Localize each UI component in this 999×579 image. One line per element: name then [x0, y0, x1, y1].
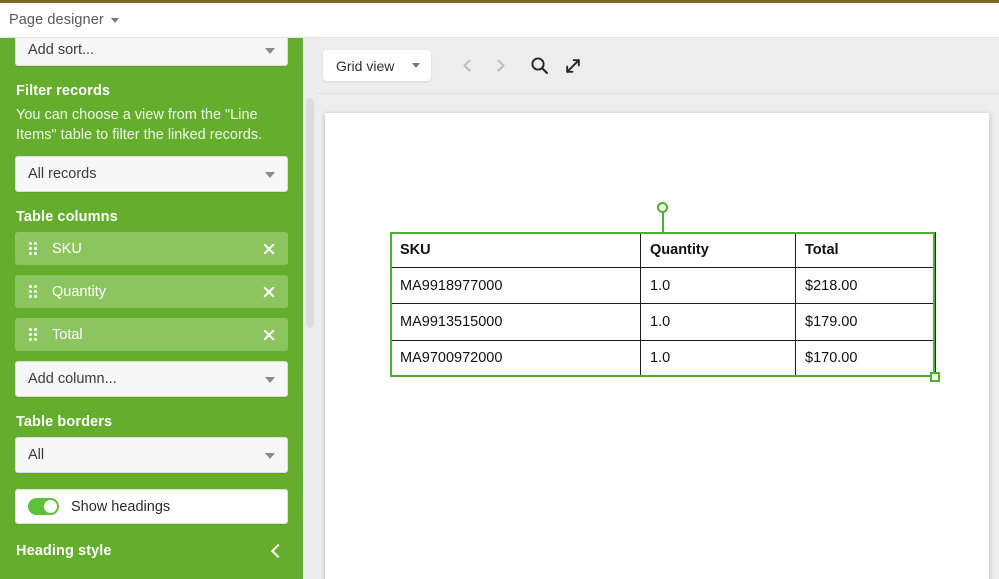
column-chip-label: SKU — [52, 240, 82, 257]
filter-records-description: You can choose a view from the "Line Ite… — [16, 107, 263, 143]
table-borders-heading: Table borders — [16, 414, 113, 430]
table-borders-value: All — [28, 447, 45, 463]
app-root: Page designer Add sort... Filter records… — [0, 0, 999, 579]
add-column-value: Add column... — [28, 371, 117, 387]
canvas-toolbar: Grid view — [317, 38, 999, 94]
column-header-quantity: Quantity — [640, 232, 796, 268]
column-chip-sku[interactable]: SKU — [15, 232, 288, 265]
sidebar-scroll-content: Add sort... Filter records You can choos… — [15, 38, 288, 559]
filter-records-heading: Filter records — [16, 83, 111, 99]
table-row[interactable]: MA9700972000 1.0 $170.00 — [390, 339, 936, 378]
records-table[interactable]: SKU Quantity Total MA9918977000 1.0 $218… — [390, 232, 936, 378]
chevron-down-icon — [265, 172, 275, 178]
search-icon — [530, 57, 548, 75]
column-header-total: Total — [795, 232, 936, 268]
column-chip-label: Total — [52, 326, 83, 343]
table-row[interactable]: MA9918977000 1.0 $218.00 — [390, 266, 936, 305]
close-icon[interactable] — [261, 327, 277, 343]
sidebar-scrollbar-thumb[interactable] — [306, 98, 314, 328]
add-sort-select[interactable]: Add sort... — [15, 38, 288, 66]
cell-sku: MA9913515000 — [390, 303, 641, 341]
cell-total: $170.00 — [795, 339, 936, 378]
cell-quantity: 1.0 — [640, 339, 796, 378]
chevron-right-icon — [492, 59, 505, 72]
cell-quantity: 1.0 — [640, 266, 796, 305]
show-headings-toggle-row[interactable]: Show headings — [15, 489, 288, 524]
cell-total: $179.00 — [795, 303, 936, 341]
grid-view-select[interactable]: Grid view — [323, 50, 431, 81]
chevron-down-icon — [412, 63, 421, 68]
switch-knob — [44, 500, 57, 513]
expand-button[interactable] — [557, 50, 589, 82]
app-header: Page designer — [0, 3, 999, 38]
drag-handle-icon[interactable] — [29, 285, 37, 298]
table-header-row: SKU Quantity Total — [390, 232, 936, 268]
table-widget[interactable]: SKU Quantity Total MA9918977000 1.0 $218… — [390, 202, 940, 382]
chevron-left-icon[interactable] — [270, 543, 286, 559]
cell-quantity: 1.0 — [640, 303, 796, 341]
show-headings-switch[interactable] — [28, 498, 59, 515]
cell-total: $218.00 — [795, 266, 936, 305]
add-sort-value: Add sort... — [28, 41, 95, 58]
add-column-select[interactable]: Add column... — [15, 361, 288, 397]
sidebar-scrollbar[interactable] — [303, 38, 317, 579]
page-sheet[interactable]: SKU Quantity Total MA9918977000 1.0 $218… — [325, 113, 989, 579]
table-row[interactable]: MA9913515000 1.0 $179.00 — [390, 303, 936, 341]
expand-arrows-icon — [566, 58, 580, 73]
cell-sku: MA9918977000 — [390, 266, 641, 305]
chevron-left-icon — [463, 59, 476, 72]
search-button[interactable] — [523, 50, 555, 82]
chevron-down-icon[interactable] — [110, 17, 119, 23]
next-record-button[interactable] — [484, 50, 516, 82]
rotate-handle-icon[interactable] — [657, 202, 668, 213]
drag-handle-icon[interactable] — [29, 328, 37, 341]
close-icon[interactable] — [261, 284, 277, 300]
filter-view-value: All records — [28, 166, 97, 182]
filter-view-select[interactable]: All records — [15, 156, 288, 192]
table-borders-select[interactable]: All — [15, 437, 288, 473]
column-chip-quantity[interactable]: Quantity — [15, 275, 288, 308]
design-canvas: Grid view SKU Quantity Total MA991897700… — [317, 38, 999, 579]
drag-handle-icon[interactable] — [29, 242, 37, 255]
column-header-sku: SKU — [390, 232, 641, 268]
column-chip-total[interactable]: Total — [15, 318, 288, 351]
settings-sidebar: Add sort... Filter records You can choos… — [0, 38, 303, 579]
heading-style-heading: Heading style — [16, 543, 112, 559]
table-columns-heading: Table columns — [16, 209, 118, 225]
previous-record-button[interactable] — [452, 50, 484, 82]
chevron-down-icon — [265, 47, 275, 54]
heading-style-section[interactable]: Heading style — [15, 543, 288, 559]
resize-handle-icon[interactable] — [930, 372, 940, 382]
rotate-handle-stem — [661, 212, 664, 232]
chevron-down-icon — [265, 377, 275, 383]
cell-sku: MA9700972000 — [390, 339, 641, 378]
chevron-down-icon — [265, 453, 275, 459]
page-title: Page designer — [9, 12, 104, 28]
close-icon[interactable] — [261, 241, 277, 257]
show-headings-label: Show headings — [71, 498, 171, 515]
grid-view-label: Grid view — [336, 57, 395, 74]
column-chip-label: Quantity — [52, 283, 106, 300]
